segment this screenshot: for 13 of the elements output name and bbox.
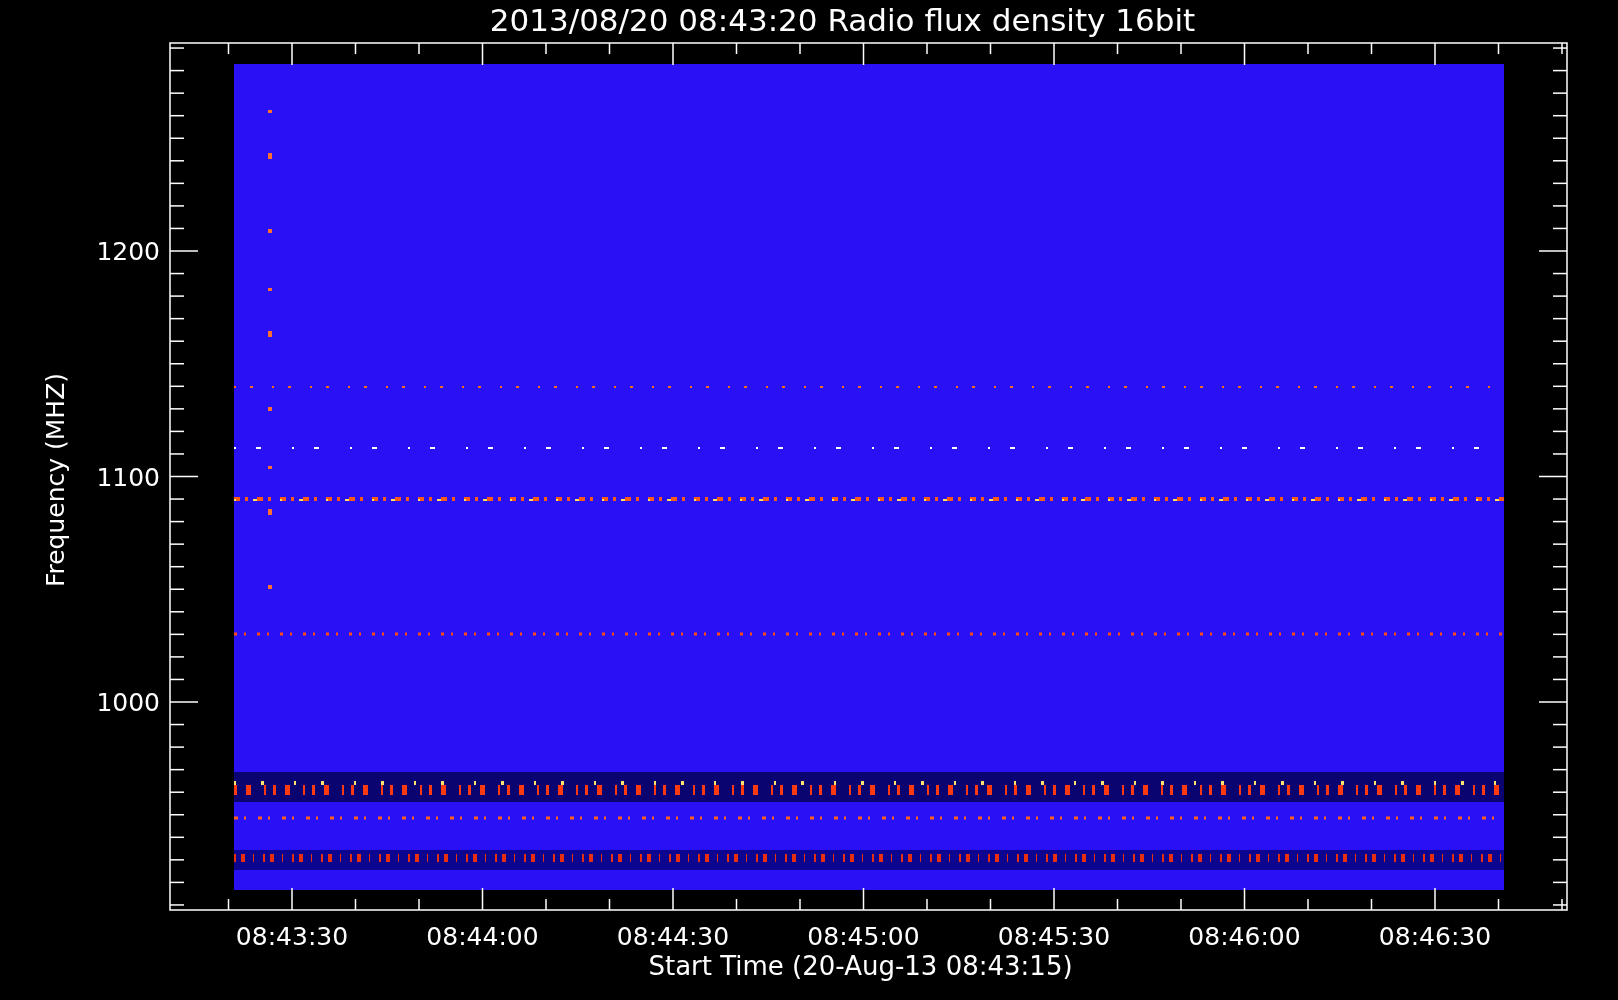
tick-label: 08:46:30 [1378, 922, 1492, 951]
tick-label: 08:44:30 [616, 922, 730, 951]
tick-label: 1000 [96, 688, 160, 717]
tick-label: 08:45:00 [807, 922, 920, 951]
tick-label: 1200 [96, 237, 160, 266]
tick-label: 08:45:30 [997, 922, 1111, 951]
tick-label: 1100 [96, 462, 160, 492]
axis-label: Start Time (20-Aug-13 08:43:15) [648, 951, 1073, 981]
tick-label: 08:44:00 [426, 922, 539, 951]
axis-label: Frequency (MHZ) [41, 372, 70, 588]
tick-label: 08:46:00 [1188, 922, 1301, 951]
tick-label: 08:43:30 [235, 922, 349, 951]
chart-title: 2013/08/20 08:43:20 Radio flux density 16bit [489, 2, 1196, 38]
